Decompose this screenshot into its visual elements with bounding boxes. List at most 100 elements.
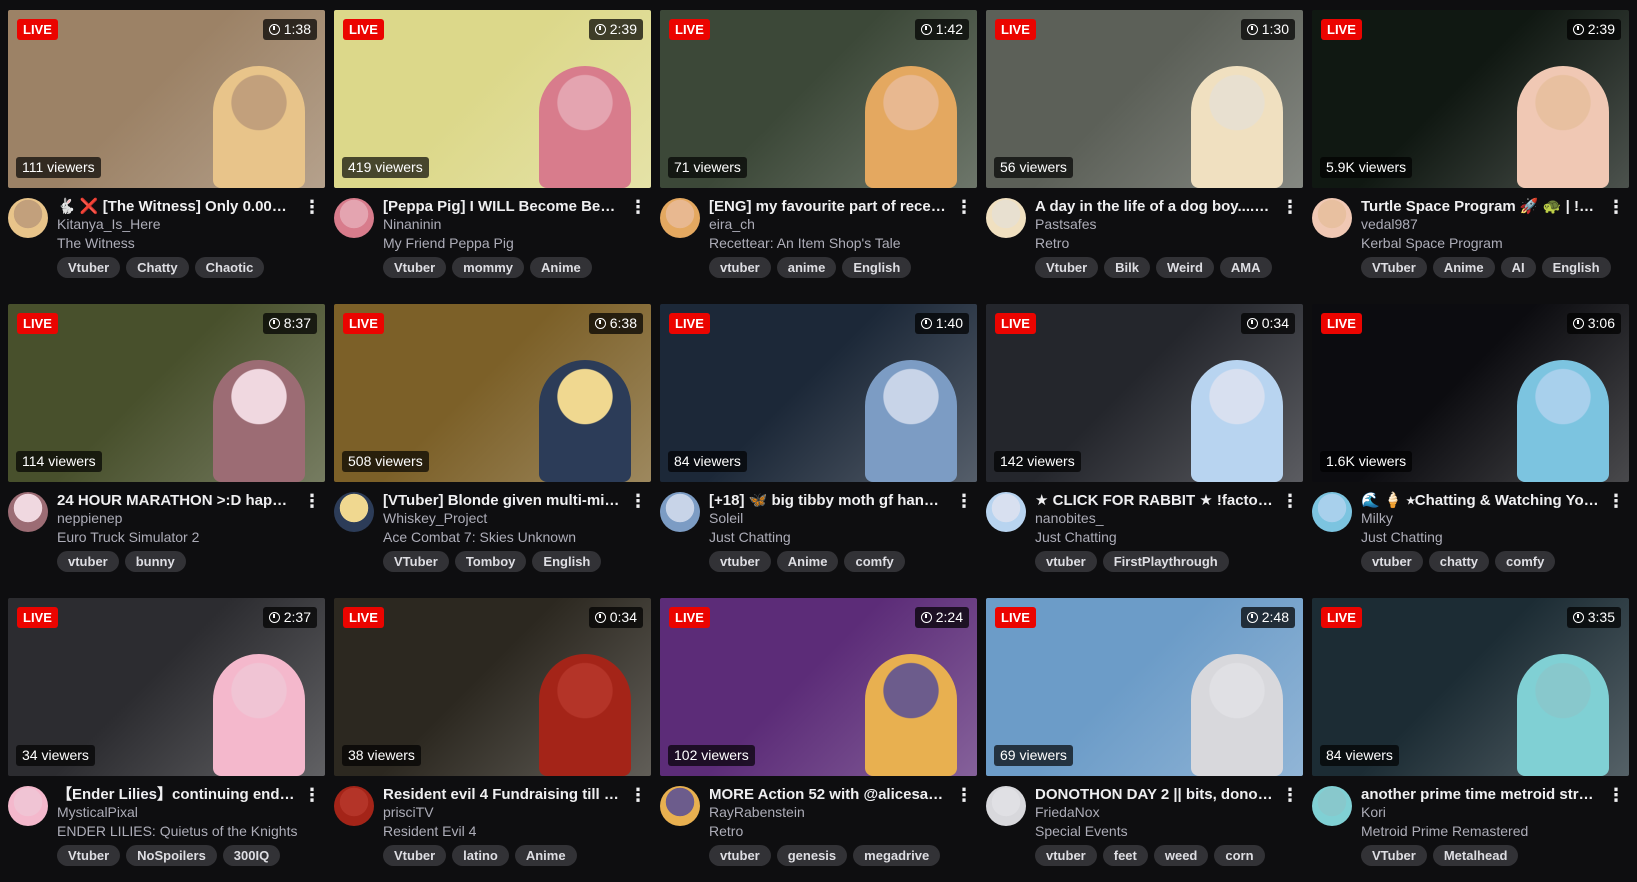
stream-title[interactable]: DONOTHON DAY 2 || bits, donos, ... [1035, 785, 1273, 804]
stream-title[interactable]: [Peppa Pig] I WILL Become Beppe... [383, 197, 621, 216]
tag-chip[interactable]: Vtuber [383, 257, 447, 278]
tag-chip[interactable]: VTuber [1361, 257, 1427, 278]
channel-avatar[interactable] [334, 492, 374, 532]
stream-thumbnail[interactable]: LIVE 1:42 71 viewers [660, 10, 977, 188]
tag-chip[interactable]: feet [1102, 845, 1148, 866]
channel-avatar[interactable] [660, 786, 700, 826]
stream-card[interactable]: LIVE 1:30 56 viewers A day in the life o… [986, 10, 1303, 294]
tag-chip[interactable]: comfy [1495, 551, 1556, 572]
more-options-icon[interactable]: ⋮ [1607, 197, 1625, 217]
tag-chip[interactable]: Anime [1432, 257, 1495, 278]
stream-thumbnail[interactable]: LIVE 0:34 142 viewers [986, 304, 1303, 482]
channel-name[interactable]: vedal987 [1361, 215, 1611, 233]
more-options-icon[interactable]: ⋮ [955, 785, 973, 805]
category-link[interactable]: Just Chatting [1361, 528, 1611, 546]
tag-chip[interactable]: Vtuber [1035, 257, 1099, 278]
tag-chip[interactable]: Vtuber [57, 845, 121, 866]
tag-chip[interactable]: bunny [124, 551, 186, 572]
stream-thumbnail[interactable]: LIVE 1:38 111 viewers [8, 10, 325, 188]
tag-chip[interactable]: Anime [514, 845, 577, 866]
more-options-icon[interactable]: ⋮ [1281, 785, 1299, 805]
stream-card[interactable]: LIVE 0:34 38 viewers Resident evil 4 Fun… [334, 598, 651, 882]
tag-chip[interactable]: Tomboy [454, 551, 527, 572]
tag-chip[interactable]: AI [1500, 257, 1536, 278]
channel-name[interactable]: Whiskey_Project [383, 509, 633, 527]
tag-chip[interactable]: Vtuber [383, 845, 447, 866]
stream-thumbnail[interactable]: LIVE 2:39 419 viewers [334, 10, 651, 188]
stream-title[interactable]: [+18] 🦋 big tibby moth gf handho... [709, 491, 947, 510]
stream-title[interactable]: [VTuber] Blonde given multi-milli... [383, 491, 621, 510]
channel-avatar[interactable] [1312, 198, 1352, 238]
channel-avatar[interactable] [986, 786, 1026, 826]
more-options-icon[interactable]: ⋮ [1281, 197, 1299, 217]
tag-chip[interactable]: vtuber [57, 551, 119, 572]
channel-name[interactable]: Pastsafes [1035, 215, 1285, 233]
stream-card[interactable]: LIVE 1:42 71 viewers [ENG] my favourite … [660, 10, 977, 294]
category-link[interactable]: Retro [1035, 234, 1285, 252]
tag-chip[interactable]: VTuber [383, 551, 449, 572]
channel-name[interactable]: neppienep [57, 509, 307, 527]
stream-thumbnail[interactable]: LIVE 2:39 5.9K viewers [1312, 10, 1629, 188]
tag-chip[interactable]: vtuber [709, 257, 771, 278]
tag-chip[interactable]: FirstPlaythrough [1102, 551, 1229, 572]
stream-title[interactable]: Turtle Space Program 🚀 🐢 | !me... [1361, 197, 1599, 216]
stream-thumbnail[interactable]: LIVE 2:37 34 viewers [8, 598, 325, 776]
category-link[interactable]: Special Events [1035, 822, 1285, 840]
more-options-icon[interactable]: ⋮ [629, 491, 647, 511]
more-options-icon[interactable]: ⋮ [955, 491, 973, 511]
stream-card[interactable]: LIVE 2:24 102 viewers MORE Action 52 wit… [660, 598, 977, 882]
tag-chip[interactable]: VTuber [1361, 845, 1427, 866]
stream-title[interactable]: 🐇 ❌ [The Witness] Only 0.0003... [57, 197, 295, 216]
category-link[interactable]: Resident Evil 4 [383, 822, 633, 840]
stream-title[interactable]: another prime time metroid strea... [1361, 785, 1599, 804]
channel-name[interactable]: Kitanya_Is_Here [57, 215, 307, 233]
stream-thumbnail[interactable]: LIVE 8:37 114 viewers [8, 304, 325, 482]
channel-name[interactable]: RayRabenstein [709, 803, 959, 821]
channel-avatar[interactable] [986, 198, 1026, 238]
stream-title[interactable]: Resident evil 4 Fundraising till i fin..… [383, 785, 621, 804]
channel-avatar[interactable] [8, 492, 48, 532]
tag-chip[interactable]: weed [1153, 845, 1209, 866]
more-options-icon[interactable]: ⋮ [629, 197, 647, 217]
tag-chip[interactable]: vtuber [1035, 845, 1097, 866]
tag-chip[interactable]: NoSpoilers [126, 845, 217, 866]
tag-chip[interactable]: English [842, 257, 912, 278]
tag-chip[interactable]: megadrive [853, 845, 941, 866]
stream-title[interactable]: 【Ender Lilies】continuing ender l... [57, 785, 295, 804]
tag-chip[interactable]: vtuber [709, 551, 771, 572]
category-link[interactable]: Kerbal Space Program [1361, 234, 1611, 252]
channel-name[interactable]: Kori [1361, 803, 1611, 821]
category-link[interactable]: Just Chatting [709, 528, 959, 546]
category-link[interactable]: The Witness [57, 234, 307, 252]
stream-card[interactable]: LIVE 2:39 5.9K viewers Turtle Space Prog… [1312, 10, 1629, 294]
category-link[interactable]: My Friend Peppa Pig [383, 234, 633, 252]
tag-chip[interactable]: chatty [1428, 551, 1490, 572]
tag-chip[interactable]: AMA [1219, 257, 1272, 278]
tag-chip[interactable]: latino [452, 845, 509, 866]
more-options-icon[interactable]: ⋮ [955, 197, 973, 217]
stream-thumbnail[interactable]: LIVE 0:34 38 viewers [334, 598, 651, 776]
channel-name[interactable]: prisciTV [383, 803, 633, 821]
category-link[interactable]: Metroid Prime Remastered [1361, 822, 1611, 840]
channel-name[interactable]: eira_ch [709, 215, 959, 233]
category-link[interactable]: Recettear: An Item Shop's Tale [709, 234, 959, 252]
more-options-icon[interactable]: ⋮ [629, 785, 647, 805]
channel-avatar[interactable] [986, 492, 1026, 532]
tag-chip[interactable]: Chatty [126, 257, 189, 278]
channel-avatar[interactable] [334, 786, 374, 826]
tag-chip[interactable]: mommy [452, 257, 525, 278]
stream-card[interactable]: LIVE 3:35 84 viewers another prime time … [1312, 598, 1629, 882]
channel-name[interactable]: Soleil [709, 509, 959, 527]
more-options-icon[interactable]: ⋮ [1607, 491, 1625, 511]
more-options-icon[interactable]: ⋮ [303, 785, 321, 805]
category-link[interactable]: Ace Combat 7: Skies Unknown [383, 528, 633, 546]
channel-avatar[interactable] [8, 198, 48, 238]
stream-thumbnail[interactable]: LIVE 6:38 508 viewers [334, 304, 651, 482]
more-options-icon[interactable]: ⋮ [303, 197, 321, 217]
tag-chip[interactable]: Bilk [1104, 257, 1151, 278]
stream-card[interactable]: LIVE 8:37 114 viewers 24 HOUR MARATHON >… [8, 304, 325, 588]
more-options-icon[interactable]: ⋮ [303, 491, 321, 511]
channel-name[interactable]: nanobites_ [1035, 509, 1285, 527]
category-link[interactable]: ENDER LILIES: Quietus of the Knights [57, 822, 307, 840]
stream-thumbnail[interactable]: LIVE 1:40 84 viewers [660, 304, 977, 482]
